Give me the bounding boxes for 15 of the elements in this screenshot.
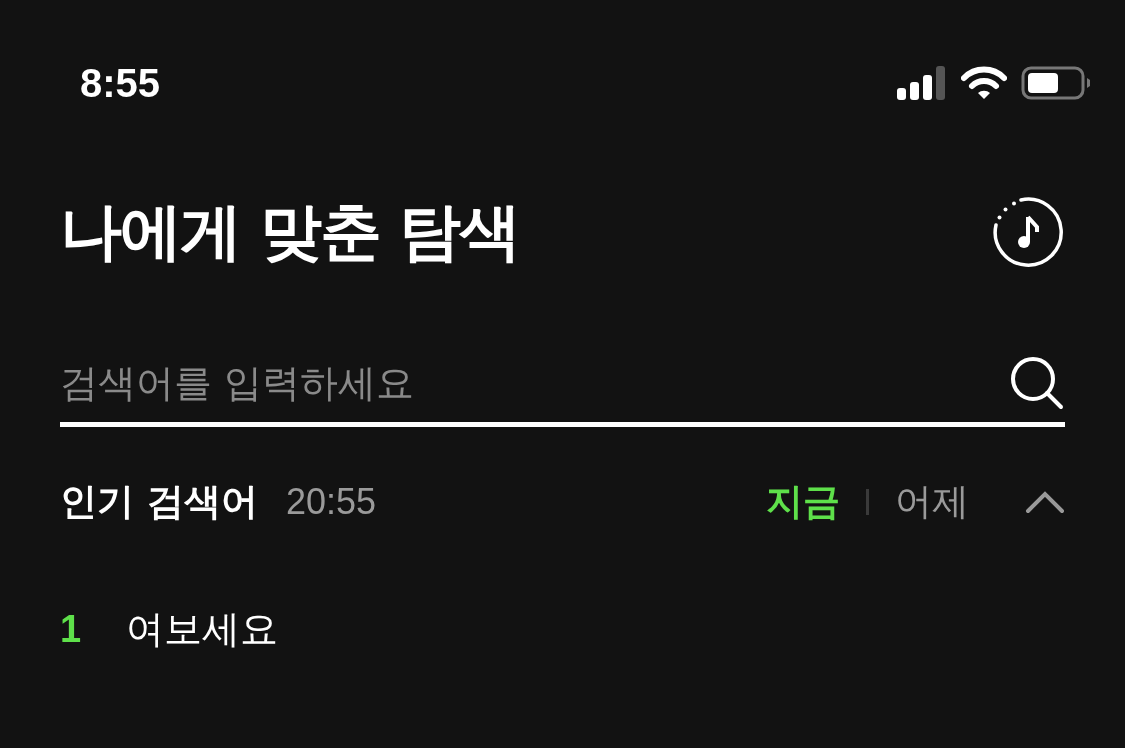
collapse-button[interactable] <box>1025 490 1065 514</box>
period-tab[interactable]: 지금 <box>766 477 840 527</box>
update-time: 20:55 <box>285 481 376 523</box>
wifi-icon <box>961 66 1007 100</box>
section-title: 인기 검색어 <box>60 479 258 525</box>
battery-icon <box>1021 66 1091 100</box>
page-title: 나에게 맞춘 탐색 <box>60 194 520 270</box>
period-tab[interactable]: 어제 <box>895 477 969 527</box>
search-field[interactable]: 검색어를 입력하세요 <box>60 361 860 405</box>
signal-icon <box>897 66 947 100</box>
search-icon[interactable] <box>1009 355 1065 411</box>
status-time: 8:55 <box>80 60 161 106</box>
music-note-icon[interactable] <box>991 195 1065 269</box>
rank-number: 1 <box>60 607 82 651</box>
search-term[interactable]: 여보세요 <box>126 603 278 655</box>
